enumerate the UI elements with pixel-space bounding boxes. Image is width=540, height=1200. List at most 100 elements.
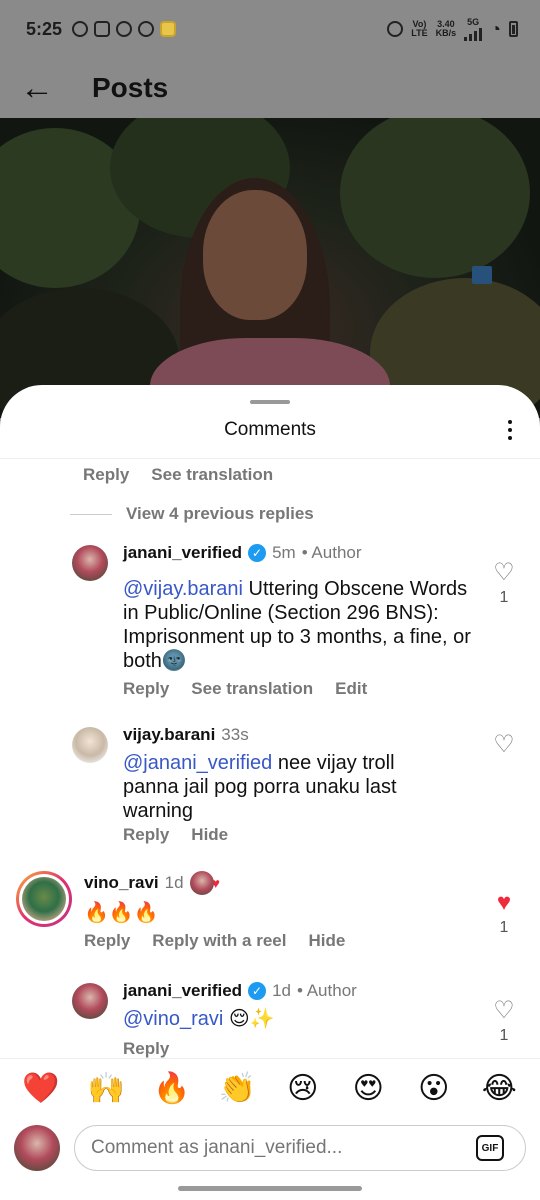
snapchat-icon [116, 21, 133, 37]
comment-body: 😌✨ [223, 1008, 275, 1030]
story-ring[interactable] [16, 871, 72, 927]
comment-actions: Reply Reply with a reel Hide [84, 931, 345, 951]
liked-by-author-avatar [189, 871, 214, 895]
comment-janani-2: janani_verified ✓ 1d • Author @vino_ravi… [0, 979, 540, 1059]
author-tag: • Author [301, 543, 362, 562]
composer-area: ❤️ 🙌 🔥 👏 😢 😍 😮 😂 GIF [0, 1058, 540, 1200]
dot [508, 420, 512, 424]
like-control[interactable]: ♡ 1 [491, 999, 517, 1045]
home-indicator[interactable] [178, 1186, 362, 1191]
like-count: 1 [499, 919, 509, 936]
comment-header: vijay.barani 33s [123, 725, 249, 745]
emoji-clap[interactable]: 👏 [212, 1069, 262, 1109]
comment-header: janani_verified ✓ 1d • Author [123, 981, 357, 1001]
emoji-laughing[interactable]: 😂 [474, 1069, 524, 1109]
heart-outline-icon[interactable]: ♡ [491, 561, 517, 585]
like-control[interactable]: ♡ [491, 733, 517, 757]
avatar[interactable] [72, 983, 108, 1019]
comment-vino: vino_ravi 1d ♥ 🔥🔥🔥 Reply Reply with a re… [0, 871, 540, 971]
mention-link[interactable]: @janani_verified [123, 752, 272, 774]
post-photo [0, 118, 540, 418]
emoji-raised-hands[interactable]: 🙌 [81, 1069, 131, 1109]
notes-icon [160, 21, 177, 37]
edit-button[interactable]: Edit [335, 679, 367, 699]
heart-filled-icon[interactable]: ♥ [491, 891, 517, 915]
comment-actions: Reply Hide [123, 825, 228, 845]
comment-text: 🔥🔥🔥 [84, 901, 159, 925]
avatar[interactable] [22, 877, 66, 921]
comments-list: Reply See translation View 4 previous re… [0, 459, 540, 1059]
divider-line [70, 513, 112, 515]
username[interactable]: vino_ravi [84, 873, 159, 893]
more-options-button[interactable] [498, 415, 522, 445]
person-face [203, 190, 307, 320]
emoji-fire[interactable]: 🔥 [147, 1069, 197, 1109]
gif-button[interactable]: GIF [476, 1135, 504, 1161]
comment-text: @vijay.barani Uttering Obscene Words in … [123, 577, 478, 673]
alarm-icon [387, 21, 404, 37]
username[interactable]: janani_verified [123, 981, 242, 1001]
timestamp: 33s [221, 725, 249, 744]
timestamp: 1d [164, 873, 184, 892]
status-right: Vo) LTE 3.40 KB/s 5G ◔ [387, 16, 518, 41]
back-button[interactable]: ← [0, 58, 74, 118]
speed-indicator: 3.40 KB/s [436, 20, 457, 38]
view-previous-label: View 4 previous replies [126, 504, 314, 523]
see-translation-button[interactable]: See translation [151, 465, 273, 485]
mention-link[interactable]: @vijay.barani [123, 578, 243, 600]
notification-icons [72, 21, 177, 37]
hide-button[interactable]: Hide [308, 931, 345, 951]
avatar[interactable] [72, 545, 108, 581]
status-bar: 5:25 Vo) LTE 3.40 KB/s 5G ◔ [0, 0, 540, 58]
emoji-heart-eyes[interactable]: 😍 [343, 1069, 393, 1109]
emoji-crying[interactable]: 😢 [278, 1069, 328, 1109]
comment-input[interactable] [74, 1125, 526, 1171]
username[interactable]: vijay.barani [123, 725, 215, 745]
like-control[interactable]: ♥ 1 [491, 891, 517, 937]
mention-link[interactable]: @vino_ravi [123, 1008, 223, 1030]
comment-vijay: vijay.barani 33s @janani_verified nee vi… [0, 723, 540, 853]
dot [508, 436, 512, 440]
reply-button[interactable]: Reply [123, 1039, 169, 1059]
comment-text: @janani_verified nee vijay troll panna j… [123, 751, 453, 823]
page-title: Posts [92, 72, 169, 103]
volte-indicator: Vo) LTE [411, 20, 427, 38]
top-row-actions: Reply See translation [83, 465, 273, 485]
reply-button[interactable]: Reply [123, 679, 169, 699]
speed-unit: KB/s [435, 28, 457, 38]
author-tag: • Author [296, 981, 357, 1000]
chat-icon [138, 21, 155, 37]
like-control[interactable]: ♡ 1 [491, 561, 517, 607]
reply-button[interactable]: Reply [83, 465, 129, 485]
like-count: 1 [499, 589, 509, 606]
signal-bars-icon [464, 27, 483, 41]
street-sign [472, 266, 492, 284]
instagram-icon [94, 21, 111, 37]
hide-button[interactable]: Hide [191, 825, 228, 845]
verified-badge-icon: ✓ [248, 544, 267, 562]
reply-button[interactable]: Reply [84, 931, 130, 951]
like-count: 1 [499, 1027, 509, 1044]
emoji-surprised[interactable]: 😮 [409, 1069, 459, 1109]
self-avatar [14, 1125, 60, 1171]
emoji-heart[interactable]: ❤️ [16, 1069, 66, 1109]
see-translation-button[interactable]: See translation [191, 679, 313, 699]
signal-indicator: 5G [464, 16, 483, 41]
comment-text: @vino_ravi 😌✨ [123, 1007, 275, 1031]
app-bar: ← Posts [0, 58, 540, 118]
drag-handle[interactable] [250, 400, 290, 404]
comment-body: 🔥🔥🔥 [84, 902, 159, 924]
heart-outline-icon[interactable]: ♡ [491, 733, 517, 757]
network-type: 5G [467, 16, 480, 27]
username[interactable]: janani_verified [123, 543, 242, 563]
battery-icon [509, 21, 518, 37]
comment-header: janani_verified ✓ 5m • Author [123, 543, 362, 563]
comment-actions: Reply [123, 1039, 169, 1059]
wifi-icon: ◔ [490, 18, 501, 39]
reply-button[interactable]: Reply [123, 825, 169, 845]
arrow-left-icon: ← [20, 68, 54, 107]
reply-with-reel-button[interactable]: Reply with a reel [152, 931, 286, 951]
heart-outline-icon[interactable]: ♡ [491, 999, 517, 1023]
avatar[interactable] [72, 727, 108, 763]
view-previous-replies[interactable]: View 4 previous replies [70, 504, 314, 524]
